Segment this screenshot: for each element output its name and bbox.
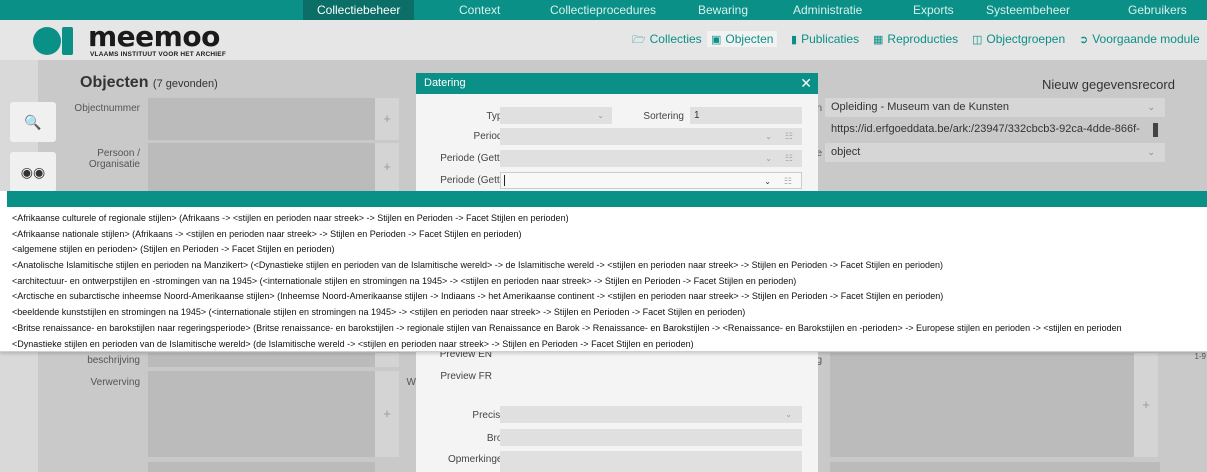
objecttype-select[interactable]: object ⌄ — [825, 143, 1165, 162]
subnav-objecten[interactable]: ▣ Objecten — [707, 31, 778, 47]
label-objectnummer: Objectnummer — [74, 103, 140, 114]
topnav-item-exports[interactable]: Exports — [913, 0, 954, 20]
label-beschrijving: beschrijving — [87, 355, 140, 366]
persoon-add-button[interactable]: + — [375, 143, 399, 191]
close-icon[interactable]: ✕ — [800, 73, 812, 94]
topnav-item-bewaring[interactable]: Bewaring — [698, 0, 748, 20]
chevron-down-icon: ⌄ — [764, 177, 771, 186]
label-partial-w: W — [406, 377, 416, 388]
persoon-field[interactable] — [148, 143, 375, 191]
chevron-down-icon: ⌄ — [1147, 102, 1155, 112]
uri-field[interactable]: https://id.erfgoeddata.be/ark:/23947/332… — [825, 120, 1165, 139]
label-sortering: Sortering — [643, 111, 684, 122]
verwerving-field[interactable] — [148, 371, 375, 457]
dropdown-list: <Afrikaanse culturele of regionale stijl… — [12, 211, 1207, 352]
dropdown-header — [7, 191, 1207, 207]
label-persoon-organisatie: Persoon / Organisatie — [88, 148, 140, 170]
sortering-input[interactable]: 1 — [690, 107, 802, 124]
folder-icon: 🗁 — [632, 34, 646, 46]
dropdown-option[interactable]: <beeldende kunststijlen en stromingen na… — [12, 305, 1207, 321]
periode-getty-2-input[interactable]: ⌄ ☷ — [500, 172, 802, 189]
film-icon: ▦ — [873, 34, 884, 46]
app-header: meemoo VLAAMS INSTITUUT VOOR HET ARCHIEF… — [0, 20, 1207, 60]
beschrijving-field[interactable] — [148, 353, 375, 367]
label-periode-getty-2: Periode (Gett... — [440, 175, 508, 186]
bron-input[interactable] — [500, 429, 802, 446]
chevron-down-icon: ⌄ — [765, 154, 772, 163]
page-hint: 1-9 — [1194, 352, 1206, 361]
subnav-collecties[interactable]: 🗁 Collecties — [632, 31, 702, 47]
subnav-objectgroepen[interactable]: ◫ Objectgroepen — [972, 31, 1065, 47]
periode-select[interactable]: ⌄ ☷ — [500, 128, 802, 145]
dropdown-option[interactable]: <Afrikaanse culturele of regionale stijl… — [12, 211, 1207, 227]
binoculars-icon: ◉◉ — [20, 164, 46, 180]
topnav-item-collectieprocedures[interactable]: Collectieprocedures — [550, 0, 656, 20]
periode-getty-1-select[interactable]: ⌄ ☷ — [500, 150, 802, 167]
subnav-publicaties[interactable]: ▮ Publicaties — [791, 31, 859, 47]
opmerkingen-input[interactable] — [500, 451, 802, 472]
topnav-item-collectiebeheer[interactable]: Collectiebeheer — [303, 0, 415, 20]
search-icon: 🔍 — [24, 114, 42, 130]
label-periode-getty-1: Periode (Gett... — [440, 153, 508, 164]
advanced-search-button[interactable]: ◉◉ — [10, 152, 56, 192]
dropdown-option[interactable]: <Afrikaanse nationale stijlen> (Afrikaan… — [12, 227, 1207, 243]
right-bottom-field[interactable] — [830, 462, 1160, 472]
text-caret — [504, 175, 505, 186]
tree-icon[interactable]: ☷ — [785, 128, 793, 145]
result-count: (7 gevonden) — [152, 78, 218, 90]
objectnummer-add-button[interactable]: + — [375, 98, 399, 140]
page-title: Objecten (7 gevonden) — [80, 74, 218, 91]
modal-header: Datering ✕ — [416, 73, 818, 94]
subnav-voorgaande-module[interactable]: ➲ Voorgaande module — [1079, 31, 1200, 47]
dropdown-option[interactable]: <Arctische en subarctische inheemse Noor… — [12, 289, 1207, 305]
objectnummer-field[interactable] — [148, 98, 375, 140]
topnav-item-gebruikers[interactable]: Gebruikers — [1128, 0, 1187, 20]
dropdown-option[interactable]: <architectuur- en ontwerpstijlen en -str… — [12, 274, 1207, 290]
beschrijving-add-button[interactable] — [375, 353, 399, 367]
image-icon: ▣ — [711, 34, 722, 46]
instelling-select[interactable]: Opleiding - Museum van de Kunsten ⌄ — [825, 98, 1165, 117]
type-select[interactable]: ⌄ — [500, 107, 612, 124]
chevron-down-icon: ⌄ — [597, 111, 604, 120]
meemoo-logo-icon — [33, 27, 73, 55]
right-add-button[interactable]: + — [1134, 353, 1158, 457]
top-navigation: Collectiebeheer Context Collectieprocedu… — [0, 0, 1207, 20]
verwerving-add-button[interactable]: + — [375, 371, 399, 457]
topnav-item-administratie[interactable]: Administratie — [793, 0, 862, 20]
chevron-down-icon: ⌄ — [785, 410, 792, 419]
label-verwerving: Verwerving — [90, 377, 140, 388]
tree-icon[interactable]: ☷ — [784, 173, 792, 190]
new-record-title: Nieuw gegevensrecord — [1042, 77, 1175, 92]
label-opmerkingen: Opmerkingen — [447, 454, 508, 465]
uri-scrollbar[interactable] — [1153, 123, 1158, 137]
dropdown-option[interactable]: <Britse renaissance- en barokstijlen naa… — [12, 321, 1207, 337]
autocomplete-dropdown: <Afrikaanse culturele of regionale stijl… — [0, 191, 1207, 352]
dropdown-option[interactable]: <Dynastieke stijlen en perioden van de I… — [12, 337, 1207, 353]
subnav-reproducties[interactable]: ▦ Reproducties — [873, 31, 958, 47]
search-button[interactable]: 🔍 — [10, 102, 56, 142]
chevron-down-icon: ⌄ — [765, 132, 772, 141]
label-preview-fr: Preview FR — [440, 371, 492, 382]
tree-icon[interactable]: ☷ — [785, 150, 793, 167]
back-circle-icon: ➲ — [1079, 34, 1089, 46]
topnav-item-context[interactable]: Context — [459, 0, 500, 20]
book-icon: ▮ — [791, 34, 798, 46]
modal-title: Datering — [424, 77, 466, 89]
bottom-field[interactable] — [148, 462, 375, 472]
chevron-down-icon: ⌄ — [1147, 147, 1155, 157]
topnav-item-systeembeheer[interactable]: Systeembeheer — [986, 0, 1070, 20]
logo-subtitle: VLAAMS INSTITUUT VOOR HET ARCHIEF — [90, 51, 226, 58]
right-text-field[interactable] — [830, 353, 1134, 457]
dropdown-option[interactable]: <algemene stijlen en perioden> (Stijlen … — [12, 242, 1207, 258]
dropdown-option[interactable]: <Anatolische Islamitische stijlen en per… — [12, 258, 1207, 274]
group-icon: ◫ — [972, 34, 983, 46]
precisie-select[interactable]: ⌄ — [500, 406, 802, 423]
logo-text: meemoo — [88, 20, 220, 53]
